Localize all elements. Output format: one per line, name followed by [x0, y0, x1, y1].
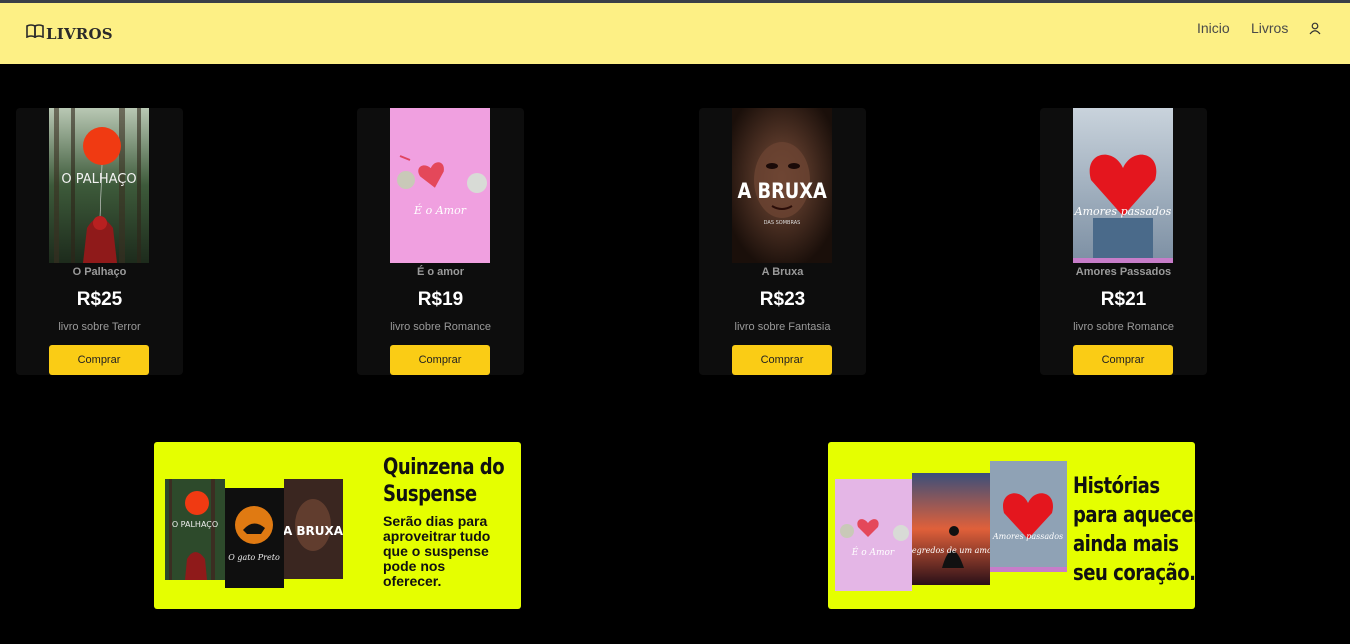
svg-text:O PALHAÇO: O PALHAÇO [61, 172, 136, 187]
buy-button[interactable]: Comprar [732, 345, 832, 375]
product-description: livro sobre Terror [58, 321, 141, 333]
brand-logo[interactable]: LIVROS [26, 24, 113, 43]
svg-text:É o Amor: É o Amor [851, 546, 895, 558]
mini-cover-amores-passados: Amores passados [990, 461, 1067, 572]
mini-cover-segredos-de-um-amor: Segredos de um amor [912, 473, 990, 585]
book-cover-a-bruxa[interactable]: A BRUXA DAS SOMBRAS [732, 108, 832, 263]
promo-text: Serão dias para aproveitrar tudo que o s… [383, 513, 491, 589]
promo-banner-suspense[interactable]: O PALHAÇO O gato Preto A BRUXA Quinzena … [154, 442, 521, 609]
product-description: livro sobre Fantasia [734, 321, 831, 333]
nav-inicio-link[interactable]: Inicio [1197, 20, 1230, 36]
product-price: R$23 [759, 289, 806, 310]
svg-text:A BRUXA: A BRUXA [737, 179, 826, 204]
svg-text:O gato Preto: O gato Preto [228, 553, 280, 562]
product-price: R$21 [1100, 289, 1147, 310]
svg-text:O PALHAÇO: O PALHAÇO [172, 520, 218, 529]
book-open-icon [26, 24, 44, 43]
product-card-o-palhaco: O PALHAÇO O Palhaço R$25 livro sobre Ter… [16, 108, 183, 375]
product-price: R$25 [76, 289, 123, 310]
buy-button[interactable]: Comprar [49, 345, 149, 375]
product-description: livro sobre Romance [1073, 321, 1174, 333]
svg-text:DAS SOMBRAS: DAS SOMBRAS [764, 220, 801, 226]
svg-text:Segredos de um amor: Segredos de um amor [912, 546, 990, 555]
nav-livros-link[interactable]: Livros [1251, 20, 1288, 36]
product-title: A Bruxa [761, 266, 804, 278]
brand-name: LIVROS [46, 24, 113, 43]
mini-cover-o-gato-preto: O gato Preto [225, 488, 284, 588]
mini-cover-a-bruxa: A BRUXA [284, 479, 343, 579]
product-title: Amores Passados [1075, 266, 1172, 278]
buy-button[interactable]: Comprar [390, 345, 490, 375]
svg-text:Amores passados: Amores passados [992, 532, 1063, 541]
svg-text:Amores passados: Amores passados [1074, 205, 1172, 218]
promo-title: Quinzena do Suspense [383, 455, 505, 507]
product-card-a-bruxa: A BRUXA DAS SOMBRAS A Bruxa R$23 livro s… [699, 108, 866, 375]
mini-cover-o-palhaco: O PALHAÇO [165, 479, 225, 580]
svg-text:É o Amor: É o Amor [413, 203, 467, 217]
book-cover-amores-passados[interactable]: Amores passados [1073, 108, 1173, 263]
product-card-e-o-amor: É o Amor É o amor R$19 livro sobre Roman… [357, 108, 524, 375]
product-card-amores-passados: Amores passados Amores Passados R$21 liv… [1040, 108, 1207, 375]
buy-button[interactable]: Comprar [1073, 345, 1173, 375]
book-cover-e-o-amor[interactable]: É o Amor [390, 108, 490, 263]
product-description: livro sobre Romance [390, 321, 491, 333]
product-title: É o amor [416, 266, 465, 278]
book-cover-o-palhaco[interactable]: O PALHAÇO [49, 108, 149, 263]
product-price: R$19 [417, 289, 464, 310]
promo-banner-romance[interactable]: É o Amor Segredos de um amor Amores pass… [828, 442, 1195, 609]
product-title: O Palhaço [72, 266, 127, 278]
promo-title: Histórias para aquecer ainda mais seu co… [1073, 474, 1195, 586]
navbar: LIVROS Inicio Livros [0, 3, 1350, 64]
svg-text:A BRUXA: A BRUXA [284, 524, 343, 538]
mini-cover-e-o-amor: É o Amor [835, 479, 912, 591]
user-icon[interactable] [1309, 22, 1321, 40]
